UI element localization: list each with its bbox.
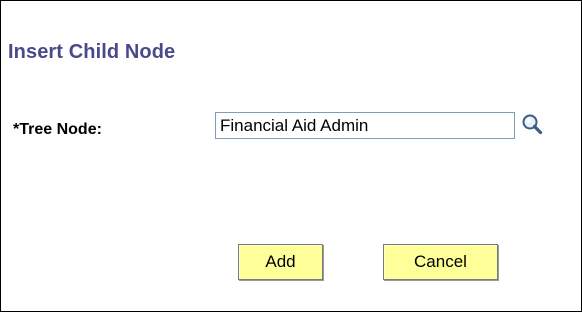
- tree-node-input[interactable]: [215, 112, 515, 139]
- dialog-panel: Insert Child Node *Tree Node: Add Cancel: [0, 0, 582, 312]
- add-button[interactable]: Add: [238, 244, 323, 280]
- cancel-button[interactable]: Cancel: [383, 244, 498, 280]
- page-title: Insert Child Node: [8, 41, 176, 63]
- lookup-button[interactable]: [520, 113, 544, 137]
- magnifier-icon: [522, 114, 543, 135]
- tree-node-label: *Tree Node:: [13, 121, 102, 138]
